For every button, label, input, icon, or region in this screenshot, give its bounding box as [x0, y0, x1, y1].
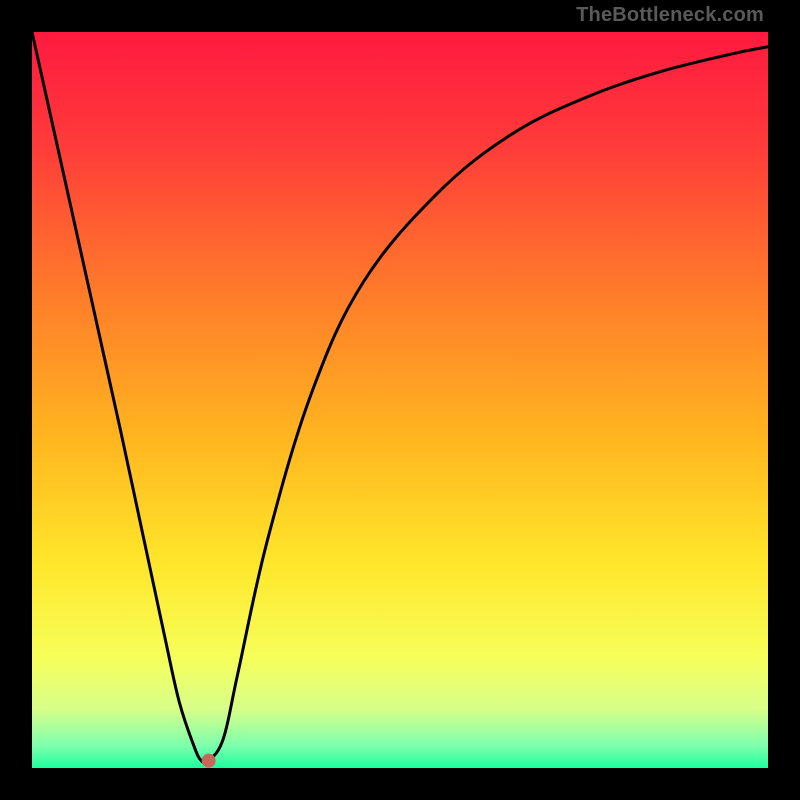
- curve-layer: [32, 32, 768, 768]
- watermark-text: TheBottleneck.com: [576, 4, 764, 27]
- bottleneck-curve: [32, 32, 768, 763]
- chart-frame: TheBottleneck.com: [0, 0, 800, 800]
- marker-dot: [202, 754, 216, 768]
- plot-area: [32, 32, 768, 768]
